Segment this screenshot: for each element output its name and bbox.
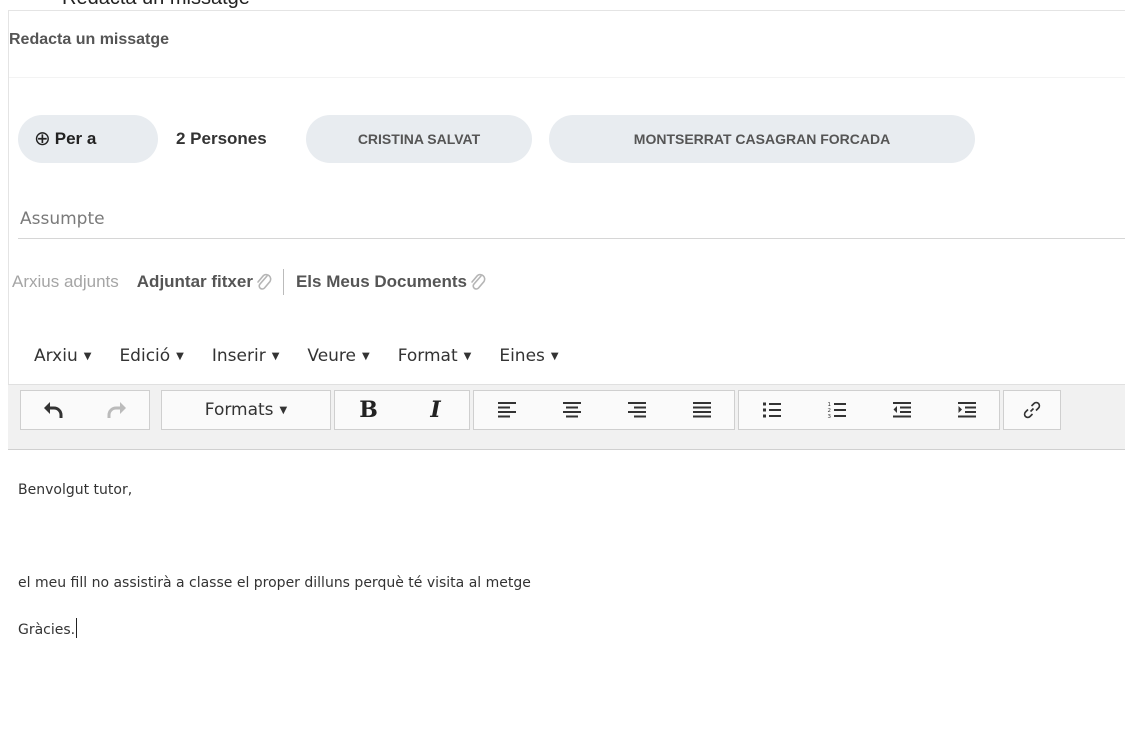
formats-dropdown[interactable]: Formats ▼ xyxy=(162,391,330,429)
menu-eines[interactable]: Eines ▼ xyxy=(499,346,558,366)
editor-toolbar: Formats ▼ B I 1 2 3 xyxy=(8,384,1125,450)
align-right-button[interactable] xyxy=(604,391,669,429)
menu-veure[interactable]: Veure ▼ xyxy=(307,346,369,366)
add-recipient-button[interactable]: ⊕ Per a xyxy=(18,115,158,163)
attachments-separator xyxy=(282,269,284,295)
italic-icon: I xyxy=(430,397,441,423)
body-line-text: Gràcies. xyxy=(18,622,76,638)
panel-header: Redacta un missatge xyxy=(9,11,1125,78)
to-label: Per a xyxy=(54,129,97,148)
text-style-group: B I xyxy=(334,390,470,430)
subject-row xyxy=(18,202,1125,239)
align-right-icon xyxy=(627,402,646,418)
insert-link-button[interactable] xyxy=(1004,391,1060,429)
link-icon xyxy=(1023,401,1041,419)
body-line-last: Gràcies. xyxy=(18,618,78,638)
window-title-strip: Redacta un missatge xyxy=(0,0,1125,10)
italic-button[interactable]: I xyxy=(402,391,469,429)
caret-down-icon: ▼ xyxy=(279,404,288,416)
message-body-editor[interactable]: Benvolgut tutor, el meu fill no assistir… xyxy=(8,450,1125,745)
window-title-text: Redacta un missatge xyxy=(62,0,250,10)
caret-down-icon: ▼ xyxy=(83,351,92,362)
attachments-label: Arxius adjunts xyxy=(12,272,119,291)
formats-label: Formats xyxy=(204,400,274,420)
caret-down-icon: ▼ xyxy=(176,351,184,362)
align-center-button[interactable] xyxy=(539,391,604,429)
caret-down-icon: ▼ xyxy=(550,351,559,362)
numbered-list-button[interactable]: 1 2 3 xyxy=(804,391,869,429)
plus-circle-icon: ⊕ xyxy=(34,128,51,150)
recipients-row: ⊕ Per a 2 Persones CRISTINA SALVAT MONTS… xyxy=(8,115,1108,165)
caret-down-icon: ▼ xyxy=(271,351,280,362)
history-group xyxy=(20,390,150,430)
indent-button[interactable] xyxy=(934,391,999,429)
recipient-chip[interactable]: CRISTINA SALVAT xyxy=(306,115,532,163)
redo-button[interactable] xyxy=(85,391,149,429)
link-group xyxy=(1003,390,1061,430)
paperclip-icon xyxy=(471,273,486,290)
align-justify-button[interactable] xyxy=(669,391,734,429)
my-documents-label: Els Meus Documents xyxy=(295,272,467,291)
menu-inserir[interactable]: Inserir ▼ xyxy=(212,346,280,366)
attach-file-label: Adjuntar fitxer xyxy=(136,272,253,291)
recipient-chip[interactable]: MONTSERRAT CASAGRAN FORCADA xyxy=(549,115,975,163)
align-justify-icon xyxy=(692,402,711,418)
panel-title: Redacta un missatge xyxy=(9,31,170,48)
caret-down-icon: ▼ xyxy=(463,351,472,362)
menu-label: Arxiu xyxy=(34,346,78,366)
menu-label: Inserir xyxy=(211,346,266,366)
menu-label: Format xyxy=(397,346,458,366)
outdent-icon xyxy=(892,402,911,418)
indent-icon xyxy=(957,402,976,418)
bullet-list-icon xyxy=(762,402,781,418)
bullet-list-button[interactable] xyxy=(739,391,804,429)
bold-button[interactable]: B xyxy=(335,391,402,429)
attach-file-link[interactable]: Adjuntar fitxer xyxy=(137,271,273,293)
menu-label: Veure xyxy=(307,346,357,366)
align-center-icon xyxy=(562,402,581,418)
menu-edicio[interactable]: Edició ▼ xyxy=(119,346,183,366)
align-left-icon xyxy=(497,402,516,418)
redo-icon xyxy=(107,402,126,418)
numbered-list-icon: 1 2 3 xyxy=(827,402,846,419)
outdent-button[interactable] xyxy=(869,391,934,429)
svg-text:3: 3 xyxy=(827,414,831,419)
alignment-group xyxy=(473,390,735,430)
bold-icon: B xyxy=(359,397,378,423)
menu-format[interactable]: Format ▼ xyxy=(398,346,472,366)
text-caret xyxy=(76,618,78,638)
body-line: el meu fill no assistirà a classe el pro… xyxy=(18,575,531,591)
recipient-count: 2 Persones xyxy=(176,129,267,148)
menu-label: Eines xyxy=(499,346,545,366)
formats-group: Formats ▼ xyxy=(161,390,331,430)
list-group: 1 2 3 xyxy=(738,390,1000,430)
paperclip-icon xyxy=(257,273,272,290)
undo-button[interactable] xyxy=(21,391,85,429)
editor-menubar: Arxiu ▼ Edició ▼ Inserir ▼ Veure ▼ Format ▼ E… xyxy=(34,336,587,376)
caret-down-icon: ▼ xyxy=(362,351,370,362)
undo-icon xyxy=(44,402,63,418)
my-documents-link[interactable]: Els Meus Documents xyxy=(296,271,487,293)
body-line: Benvolgut tutor, xyxy=(18,482,133,498)
subject-input[interactable] xyxy=(18,202,1020,236)
menu-label: Edició xyxy=(119,346,171,366)
align-left-button[interactable] xyxy=(474,391,539,429)
attachments-row: Arxius adjunts Adjuntar fitxer Els Meus … xyxy=(12,262,487,302)
menu-arxiu[interactable]: Arxiu ▼ xyxy=(34,346,91,366)
